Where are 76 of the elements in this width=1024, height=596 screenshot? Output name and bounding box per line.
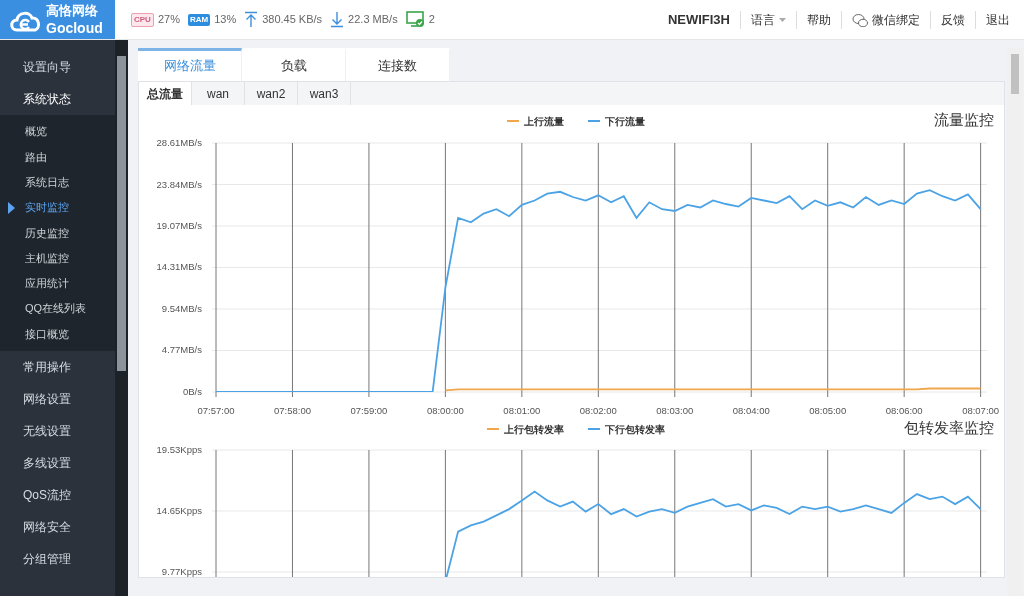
selection-arrow-icon bbox=[8, 201, 15, 214]
brand-name: 高恪网络 bbox=[46, 4, 99, 17]
sidebar-item[interactable]: QoS流控 bbox=[0, 478, 115, 511]
scrollbar[interactable] bbox=[1007, 48, 1023, 596]
sidebar-item[interactable]: 多线设置 bbox=[0, 446, 115, 479]
axis-tick-label: 0B/s bbox=[183, 386, 202, 397]
axis-tick-label: 28.61MB/s bbox=[156, 137, 202, 148]
axis-tick-label: 14.31MB/s bbox=[156, 261, 202, 273]
sidebar-item[interactable]: 分组管理 bbox=[0, 542, 115, 575]
wechat-icon bbox=[852, 12, 868, 27]
header-link[interactable]: 帮助 bbox=[807, 10, 831, 29]
sidebar-item[interactable]: 无线设置 bbox=[0, 414, 115, 447]
axis-tick-label: 08:03:00 bbox=[656, 405, 694, 416]
chart-title: 流量监控 bbox=[934, 111, 994, 128]
sidebar-subitem[interactable]: 历史监控 bbox=[0, 220, 115, 246]
axis-tick-label: 23.84MB/s bbox=[156, 178, 202, 190]
legend-label: 上行流量 bbox=[523, 116, 564, 127]
legend-item: 下行包转发率 bbox=[587, 424, 665, 435]
sidebar-item[interactable]: 网络安全 bbox=[0, 510, 115, 543]
axis-tick-label: 08:01:00 bbox=[503, 405, 541, 416]
sidebar-subitem[interactable]: QQ在线列表 bbox=[0, 296, 115, 322]
axis-tick-label: 19.53Kpps bbox=[156, 444, 202, 455]
legend-label: 下行流量 bbox=[604, 116, 645, 127]
brand-name: Gocloud bbox=[46, 21, 103, 35]
sidebar-subitem[interactable]: 主机监控 bbox=[0, 245, 115, 271]
sidebar-subitem[interactable]: 系统日志 bbox=[0, 169, 115, 195]
tab[interactable]: 负载 bbox=[242, 48, 346, 81]
legend-item: 上行包转发率 bbox=[486, 424, 564, 435]
axis-tick-label: 14.65Kpps bbox=[156, 505, 202, 516]
sidebar-item[interactable]: 设置向导 bbox=[0, 51, 115, 83]
axis-tick-label: 19.07MB/s bbox=[156, 220, 202, 232]
legend-label: 下行包转发率 bbox=[604, 424, 665, 435]
cpu-icon: CPU bbox=[131, 12, 154, 27]
download-icon bbox=[330, 11, 345, 28]
sidebar-subitem[interactable]: 接口概览 bbox=[0, 321, 115, 347]
stat-value: 2 bbox=[428, 12, 435, 28]
axis-tick-label: 07:59:00 bbox=[350, 405, 388, 416]
caret-icon bbox=[779, 17, 786, 22]
ram-icon: RAM bbox=[187, 13, 211, 26]
tab[interactable]: 总流量 bbox=[139, 82, 192, 105]
legend-label: 上行包转发率 bbox=[503, 424, 564, 435]
axis-tick-label: 08:00:00 bbox=[426, 405, 464, 416]
sidebar-subitem[interactable]: 概览 bbox=[0, 119, 115, 145]
sidebar-item[interactable]: 系统状态 bbox=[0, 83, 115, 115]
axis-tick-label: 08:07:00 bbox=[962, 405, 1000, 416]
sidebar-subitem[interactable]: 应用统计 bbox=[0, 270, 115, 297]
chart-title: 包转发率监控 bbox=[904, 419, 994, 436]
axis-tick-label: 08:02:00 bbox=[579, 405, 617, 416]
axis-tick-label: 08:04:00 bbox=[732, 405, 770, 416]
header-link[interactable]: 语言 bbox=[751, 10, 775, 29]
upload-icon bbox=[244, 11, 259, 28]
axis-tick-label: 4.77MB/s bbox=[161, 344, 202, 356]
sidebar-item[interactable]: 网络设置 bbox=[0, 382, 115, 415]
scrollbar[interactable] bbox=[115, 40, 128, 596]
stat-value: 380.45 KB/s bbox=[262, 12, 323, 28]
axis-tick-label: 08:05:00 bbox=[809, 405, 847, 416]
axis-tick-label: 9.54MB/s bbox=[161, 302, 202, 314]
tab[interactable]: 连接数 bbox=[346, 48, 450, 81]
sidebar-item[interactable]: 常用操作 bbox=[0, 350, 115, 383]
axis-tick-label: 08:06:00 bbox=[885, 405, 923, 416]
axis-tick-label: 07:57:00 bbox=[197, 405, 235, 416]
device-name[interactable]: NEWIFI3H bbox=[667, 9, 730, 30]
header-link[interactable]: 微信绑定 bbox=[872, 10, 920, 29]
sidebar-subitem[interactable]: 实时监控 bbox=[0, 194, 115, 221]
header-link[interactable]: 反馈 bbox=[941, 10, 965, 29]
monitor-icon bbox=[405, 11, 425, 28]
stat-value: 27% bbox=[157, 12, 180, 28]
stat-value: 13% bbox=[214, 12, 237, 28]
sidebar-subitem[interactable]: 路由 bbox=[0, 144, 115, 170]
tab[interactable]: 网络流量 bbox=[138, 48, 242, 81]
header-link[interactable]: 退出 bbox=[986, 10, 1010, 29]
legend-item: 下行流量 bbox=[587, 116, 645, 127]
legend-item: 上行流量 bbox=[506, 116, 564, 127]
axis-tick-label: 07:58:00 bbox=[273, 405, 311, 416]
axis-tick-label: 9.77Kpps bbox=[161, 566, 202, 577]
stat-value: 22.3 MB/s bbox=[348, 12, 398, 28]
